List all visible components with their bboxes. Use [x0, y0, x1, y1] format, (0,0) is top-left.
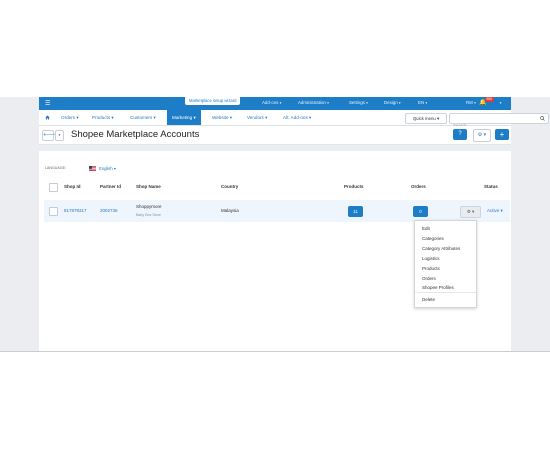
user-icon[interactable]: 👤 ▾: [493, 100, 501, 106]
menu-item-products[interactable]: Products: [422, 266, 440, 271]
language-select[interactable]: English ▾: [99, 166, 116, 171]
shop-subtitle: Baby Box Store: [136, 213, 161, 217]
country: Malaysia: [221, 208, 239, 213]
header-status[interactable]: Status: [484, 184, 498, 189]
chevron-down-icon[interactable]: ▾: [55, 130, 64, 141]
marketplace-wizard-button[interactable]: Marketplace setup wizard: [185, 97, 241, 105]
menu-item-delete[interactable]: Delete: [422, 297, 435, 302]
nav-products[interactable]: Products ▾: [92, 110, 114, 125]
header-products: Products: [344, 184, 364, 189]
products-count-button[interactable]: 11: [348, 205, 363, 217]
orders-count-button[interactable]: 0: [413, 205, 428, 217]
page-bottom-blank: [0, 352, 550, 450]
menu-item-orders[interactable]: Orders: [422, 276, 436, 281]
nav-website[interactable]: Website ▾: [212, 110, 232, 125]
menu-item-shopee-profiles[interactable]: Shopee Profiles: [422, 285, 454, 290]
header-orders: Orders: [411, 184, 426, 189]
topbar-administration[interactable]: Administration ▾: [298, 100, 329, 105]
settings-gear-icon[interactable]: ⚙ ▾: [473, 129, 491, 142]
us-flag-icon: [89, 166, 96, 171]
shop-name: Shoppymore: [136, 204, 162, 209]
topbar-design[interactable]: Design ▾: [384, 100, 401, 105]
nav-orders[interactable]: Orders ▾: [61, 110, 79, 125]
topbar-user[interactable]: RM ▾: [466, 100, 476, 105]
row-checkbox[interactable]: [49, 207, 58, 216]
menu-divider: [415, 292, 476, 293]
menu-item-edit[interactable]: Edit: [422, 226, 430, 231]
row-actions-menu: Edit Categories Category Attributes Logi…: [414, 220, 477, 308]
search-box: [449, 113, 549, 130]
select-all-checkbox[interactable]: [49, 183, 58, 192]
title-row: 🡐 ▾ Shopee Marketplace Accounts ? ⚙ ▾ +: [39, 126, 511, 145]
topbar-language[interactable]: EN ▾: [418, 100, 427, 105]
nav-marketing[interactable]: Marketing ▾: [167, 110, 201, 125]
nav-customers[interactable]: Customers ▾: [130, 110, 156, 125]
header-shop-id[interactable]: Shop Id: [64, 184, 81, 189]
header-country[interactable]: Country: [221, 184, 238, 189]
language-label: LANGUAGE:: [45, 166, 66, 170]
topbar-settings[interactable]: Settings ▾: [349, 100, 368, 105]
shop-id-link[interactable]: 817878317: [64, 208, 87, 213]
nav-vendors[interactable]: Vendors ▾: [247, 110, 267, 125]
table-row: 817878317 2002736 Shoppymore Baby Box St…: [44, 200, 510, 222]
quick-menu-button[interactable]: Quick menu ▾: [405, 113, 447, 124]
menu-item-logistics[interactable]: Logistics: [422, 256, 440, 261]
status-dropdown[interactable]: Active ▾: [487, 208, 503, 214]
partner-id-link[interactable]: 2002736: [100, 208, 118, 213]
admin-top-bar: ☰ Marketplace setup wizard Add-ons ▾ Adm…: [39, 97, 511, 110]
help-icon[interactable]: ?: [453, 129, 467, 140]
add-button[interactable]: +: [495, 129, 509, 140]
back-arrow-icon[interactable]: 🡐: [42, 130, 56, 141]
page-title: Shopee Marketplace Accounts: [71, 129, 200, 140]
search-icon[interactable]: [540, 116, 545, 121]
menu-item-categories[interactable]: Categories: [422, 236, 444, 241]
header-shop-name[interactable]: Shop Name: [136, 184, 161, 189]
topbar-addons[interactable]: Add-ons ▾: [262, 100, 281, 105]
main-nav: Orders ▾ Products ▾ Customers ▾ Marketin…: [39, 110, 549, 130]
nav-alt-addons[interactable]: Alt. Add-ons ▾: [283, 110, 311, 125]
row-settings-gear-icon[interactable]: ⚙ ▾: [460, 205, 481, 218]
header-partner-id[interactable]: Partner Id: [100, 184, 121, 189]
home-icon[interactable]: [45, 115, 50, 120]
menu-item-category-attributes[interactable]: Category Attributes: [422, 246, 460, 251]
menu-icon[interactable]: ☰: [45, 100, 50, 107]
